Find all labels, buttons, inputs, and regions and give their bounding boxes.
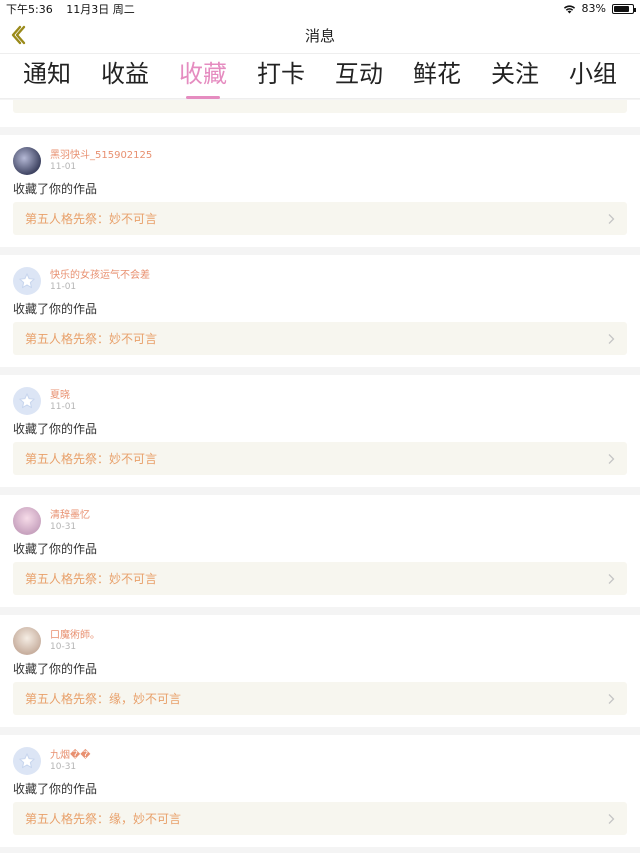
action-text: 收藏了你的作品 xyxy=(13,662,98,676)
tab-2[interactable]: 收藏 xyxy=(179,62,227,90)
work-link[interactable]: 第五人格先祭：妙不可言 xyxy=(13,322,627,355)
avatar[interactable] xyxy=(13,387,41,415)
work-title: 第五人格先祭：妙不可言 xyxy=(25,212,158,226)
card-header-text: 口魔術師。 10-31 xyxy=(50,629,100,653)
work-title: 第五人格先祭：缘，妙不可言 xyxy=(25,692,182,706)
chevron-right-icon xyxy=(608,453,615,464)
work-link[interactable]: 第五人格先祭：妙不可言 xyxy=(13,442,627,475)
notification-card[interactable]: 夏晓 11-01 收藏了你的作品第五人格先祭：妙不可言 xyxy=(0,375,640,487)
status-time: 下午5:36 xyxy=(6,2,53,16)
action-text: 收藏了你的作品 xyxy=(13,182,98,196)
chevron-right-icon xyxy=(608,213,615,224)
chevron-right-icon xyxy=(608,333,615,344)
timestamp: 10-31 xyxy=(50,522,77,532)
card-header: 黑羽快斗_515902125 11-01 xyxy=(13,147,627,180)
work-title: 第五人格先祭：妙不可言 xyxy=(25,572,158,586)
work-link[interactable]: 第五人格先祭：缘，妙不可言 xyxy=(13,682,627,715)
avatar[interactable] xyxy=(13,267,41,295)
nav-bar: 消息 xyxy=(0,17,640,53)
tab-4[interactable]: 互动 xyxy=(335,62,383,90)
partial-notification-card[interactable] xyxy=(0,100,640,127)
action-text: 收藏了你的作品 xyxy=(13,422,98,436)
chevron-right-icon xyxy=(608,573,615,584)
notification-card[interactable]: 快乐的女孩运气不会差 11-01 收藏了你的作品第五人格先祭：妙不可言 xyxy=(0,255,640,367)
timestamp: 10-31 xyxy=(50,642,77,652)
notification-card[interactable]: 清辞墨忆 10-31 收藏了你的作品第五人格先祭：妙不可言 xyxy=(0,495,640,607)
username[interactable]: 快乐的女孩运气不会差 xyxy=(50,269,150,282)
tab-bar: 通知 收益 收藏 打卡 互动 鲜花 关注 小组 xyxy=(0,53,640,99)
work-link[interactable]: 第五人格先祭：妙不可言 xyxy=(13,562,627,595)
username[interactable]: 九烟�� xyxy=(50,749,91,762)
username[interactable]: 清辞墨忆 xyxy=(50,509,90,522)
card-header: 清辞墨忆 10-31 xyxy=(13,507,627,540)
username[interactable]: 黑羽快斗_515902125 xyxy=(50,149,152,162)
work-link[interactable]: 第五人格先祭：妙不可言 xyxy=(13,202,627,235)
work-title: 第五人格先祭：妙不可言 xyxy=(25,332,158,346)
timestamp: 11-01 xyxy=(50,282,77,292)
tab-1[interactable]: 收益 xyxy=(101,62,149,90)
card-header-text: 夏晓 11-01 xyxy=(50,389,76,413)
notification-card[interactable]: 黑羽快斗_515902125 11-01 收藏了你的作品第五人格先祭：妙不可言 xyxy=(0,135,640,247)
card-header-text: 快乐的女孩运气不会差 11-01 xyxy=(50,269,150,293)
card-header: 夏晓 11-01 xyxy=(13,387,627,420)
status-date: 11月3日 周二 xyxy=(66,2,135,16)
timestamp: 11-01 xyxy=(50,402,77,412)
tab-3[interactable]: 打卡 xyxy=(257,62,305,90)
card-header-text: 清辞墨忆 10-31 xyxy=(50,509,90,533)
notification-card[interactable]: 九烟�� 10-31 收藏了你的作品第五人格先祭：缘，妙不可言 xyxy=(0,735,640,847)
chevron-right-icon xyxy=(608,693,615,704)
avatar[interactable] xyxy=(13,147,41,175)
card-header: 九烟�� 10-31 xyxy=(13,747,627,780)
status-right: 83% xyxy=(563,2,636,15)
chevron-right-icon xyxy=(608,813,615,824)
username[interactable]: 口魔術師。 xyxy=(50,629,100,642)
card-header-text: 九烟�� 10-31 xyxy=(50,749,91,773)
avatar[interactable] xyxy=(13,747,41,775)
tab-6[interactable]: 关注 xyxy=(491,62,539,90)
notification-list[interactable]: 黑羽快斗_515902125 11-01 收藏了你的作品 第五人格先祭：妙不可言 快乐的… xyxy=(0,100,640,853)
action-text: 收藏了你的作品 xyxy=(13,302,98,316)
tab-0[interactable]: 通知 xyxy=(23,62,71,90)
battery-percent: 83% xyxy=(581,2,606,15)
timestamp: 11-01 xyxy=(50,162,77,172)
partial-work-link[interactable] xyxy=(13,100,627,113)
battery-icon xyxy=(612,3,636,14)
action-text: 收藏了你的作品 xyxy=(13,542,98,556)
status-bar: 下午5:36 11月3日 周二 83% xyxy=(0,0,640,17)
username[interactable]: 夏晓 xyxy=(50,389,76,402)
tab-5[interactable]: 鲜花 xyxy=(413,62,461,90)
work-link[interactable]: 第五人格先祭：缘，妙不可言 xyxy=(13,802,627,835)
action-text: 收藏了你的作品 xyxy=(13,782,98,796)
tab-7[interactable]: 小组 xyxy=(569,62,617,90)
card-header-text: 黑羽快斗_515902125 11-01 xyxy=(50,149,152,173)
battery-fill xyxy=(614,5,629,12)
card-header: 快乐的女孩运气不会差 11-01 xyxy=(13,267,627,300)
back-chevron-icon[interactable] xyxy=(8,24,28,46)
notification-card[interactable]: 口魔術師。 10-31 收藏了你的作品第五人格先祭：缘，妙不可言 xyxy=(0,615,640,727)
status-left: 下午5:36 11月3日 周二 xyxy=(6,1,145,17)
avatar[interactable] xyxy=(13,507,41,535)
work-title: 第五人格先祭：缘，妙不可言 xyxy=(25,812,182,826)
page-title: 消息 xyxy=(304,26,335,45)
avatar[interactable] xyxy=(13,627,41,655)
timestamp: 10-31 xyxy=(50,762,77,772)
wifi-icon xyxy=(563,4,575,13)
work-title: 第五人格先祭：妙不可言 xyxy=(25,452,158,466)
card-header: 口魔術師。 10-31 xyxy=(13,627,627,660)
